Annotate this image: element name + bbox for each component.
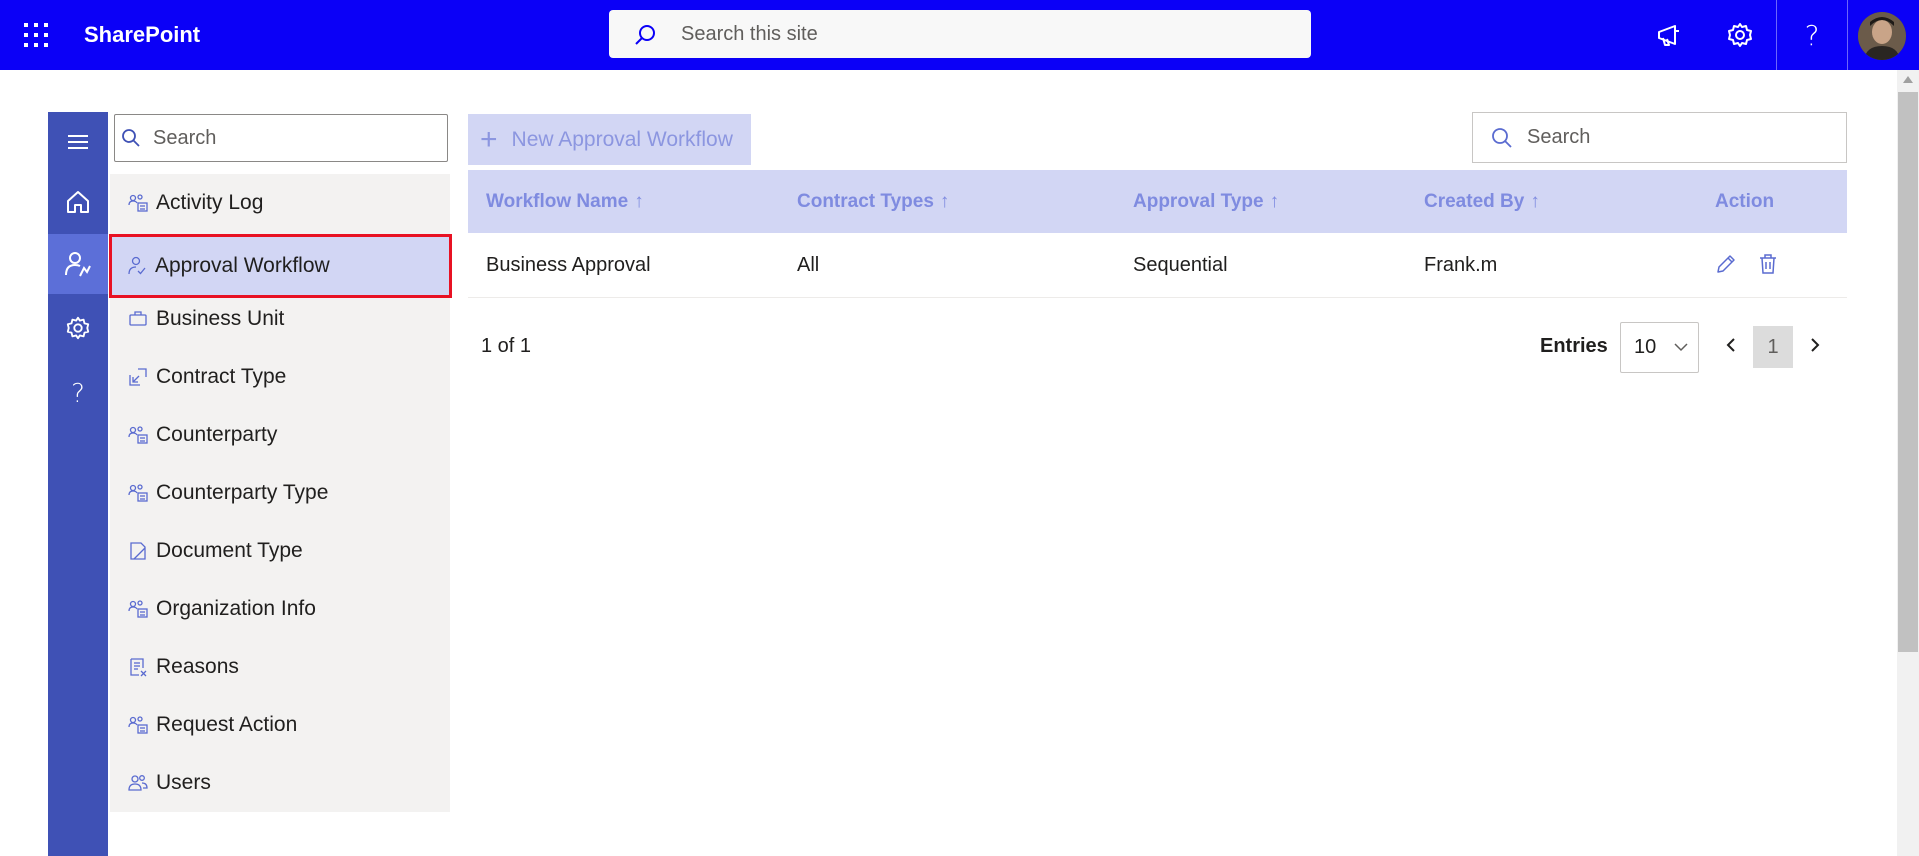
sort-ascending-icon: ↑	[939, 190, 950, 212]
search-icon	[633, 23, 657, 52]
nav-item-counterparty-type[interactable]: Counterparty Type	[110, 464, 450, 522]
cell-created-by: Frank.m	[1424, 253, 1498, 276]
nav-item-label: Counterparty	[156, 423, 278, 446]
nav-item-label: Activity Log	[156, 191, 264, 214]
column-header-workflow-name[interactable]: Workflow Name ↑	[486, 170, 644, 233]
column-label: Action	[1715, 190, 1775, 212]
app-launcher-icon[interactable]	[18, 17, 54, 53]
nav-item-users[interactable]: Users	[110, 754, 450, 812]
search-icon	[1491, 127, 1513, 154]
cell-approval-type: Sequential	[1133, 253, 1228, 276]
previous-page-button[interactable]	[1711, 326, 1751, 368]
column-label: Workflow Name	[486, 190, 629, 212]
next-page-button[interactable]	[1795, 326, 1835, 368]
people-group-icon	[128, 599, 148, 619]
page-1-button[interactable]: 1	[1753, 326, 1793, 368]
home-icon[interactable]	[48, 172, 108, 232]
nav-item-activity-log[interactable]: Activity Log	[110, 174, 450, 232]
admin-users-icon[interactable]	[48, 234, 108, 294]
suite-header: SharePoint ?	[0, 0, 1919, 70]
nav-item-label: Organization Info	[156, 597, 316, 620]
chevron-right-icon	[1807, 337, 1823, 358]
entries-label: Entries	[1540, 335, 1608, 357]
cell-contract-types: All	[797, 253, 820, 276]
help-icon[interactable]: ?	[1776, 0, 1848, 70]
nav-item-label: Users	[156, 771, 211, 794]
site-search-input[interactable]	[681, 10, 1281, 58]
add-icon: +	[480, 122, 498, 156]
table-header: Workflow Name ↑ Contract Types ↑ Approva…	[468, 170, 1847, 233]
document-icon	[128, 541, 148, 561]
column-header-contract-types[interactable]: Contract Types ↑	[797, 170, 949, 233]
nav-item-request-action[interactable]: Request Action	[110, 696, 450, 754]
column-label: Contract Types	[797, 190, 934, 212]
nav-item-contract-type[interactable]: Contract Type	[110, 348, 450, 406]
search-icon	[121, 128, 141, 153]
sort-ascending-icon: ↑	[1269, 190, 1280, 212]
edit-icon[interactable]	[1713, 251, 1739, 277]
people-group-icon	[128, 483, 148, 503]
delete-icon[interactable]	[1755, 251, 1781, 277]
entries-value: 10	[1634, 336, 1657, 358]
list-remove-icon	[128, 657, 148, 677]
settings-nav: Activity Log Approval Workflow Business …	[109, 174, 452, 812]
nav-item-label: Contract Type	[156, 365, 287, 388]
nav-search-input[interactable]	[153, 115, 433, 161]
scrollbar-thumb[interactable]	[1898, 92, 1918, 652]
person-check-icon	[127, 256, 147, 276]
gear-icon[interactable]	[1705, 0, 1775, 70]
chevron-down-icon	[1673, 339, 1689, 360]
help-icon[interactable]: ?	[48, 364, 108, 424]
app-rail: ?	[48, 112, 108, 856]
contract-type-icon	[128, 367, 148, 387]
brand-name[interactable]: SharePoint	[84, 22, 200, 48]
scroll-up-arrow-icon[interactable]	[1903, 76, 1913, 83]
nav-item-label: Approval Workflow	[155, 254, 330, 277]
megaphone-icon[interactable]	[1634, 0, 1704, 70]
nav-search-box[interactable]	[114, 114, 448, 162]
nav-item-label: Document Type	[156, 539, 303, 562]
table-row[interactable]: Business Approval All Sequential Frank.m	[468, 233, 1847, 298]
nav-item-reasons[interactable]: Reasons	[110, 638, 450, 696]
column-label: Created By	[1424, 190, 1525, 212]
new-approval-workflow-button[interactable]: + New Approval Workflow	[468, 114, 751, 165]
nav-item-approval-workflow[interactable]: Approval Workflow	[109, 234, 452, 298]
nav-item-business-unit[interactable]: Business Unit	[110, 290, 450, 348]
page-info: 1 of 1	[481, 335, 532, 357]
nav-item-counterparty[interactable]: Counterparty	[110, 406, 450, 464]
sort-ascending-icon: ↑	[634, 190, 644, 212]
nav-item-organization-info[interactable]: Organization Info	[110, 580, 450, 638]
grid-search-input[interactable]	[1527, 113, 1827, 162]
people-icon	[128, 773, 148, 793]
people-group-icon	[128, 193, 148, 213]
menu-icon[interactable]	[48, 112, 108, 172]
chevron-left-icon	[1723, 337, 1739, 358]
sort-ascending-icon: ↑	[1530, 190, 1540, 212]
site-search-box[interactable]	[609, 10, 1311, 58]
new-approval-workflow-label: New Approval Workflow	[511, 127, 733, 151]
column-label: Approval Type	[1133, 190, 1264, 212]
nav-item-label: Reasons	[156, 655, 239, 678]
people-group-icon	[128, 715, 148, 735]
nav-item-label: Counterparty Type	[156, 481, 329, 504]
nav-item-label: Business Unit	[156, 307, 285, 330]
column-header-created-by[interactable]: Created By ↑	[1424, 170, 1540, 233]
grid-search-box[interactable]	[1472, 112, 1847, 163]
column-header-approval-type[interactable]: Approval Type ↑	[1133, 170, 1279, 233]
column-header-action: Action	[1715, 170, 1774, 233]
rail-help-label: ?	[71, 379, 85, 409]
nav-item-document-type[interactable]: Document Type	[110, 522, 450, 580]
entries-select[interactable]: 10	[1620, 322, 1699, 373]
avatar[interactable]	[1858, 12, 1906, 60]
people-group-icon	[128, 425, 148, 445]
briefcase-icon	[128, 309, 148, 329]
cell-workflow-name: Business Approval	[486, 253, 651, 276]
help-label: ?	[1804, 18, 1820, 52]
gear-icon[interactable]	[48, 298, 108, 358]
nav-item-label: Request Action	[156, 713, 298, 736]
